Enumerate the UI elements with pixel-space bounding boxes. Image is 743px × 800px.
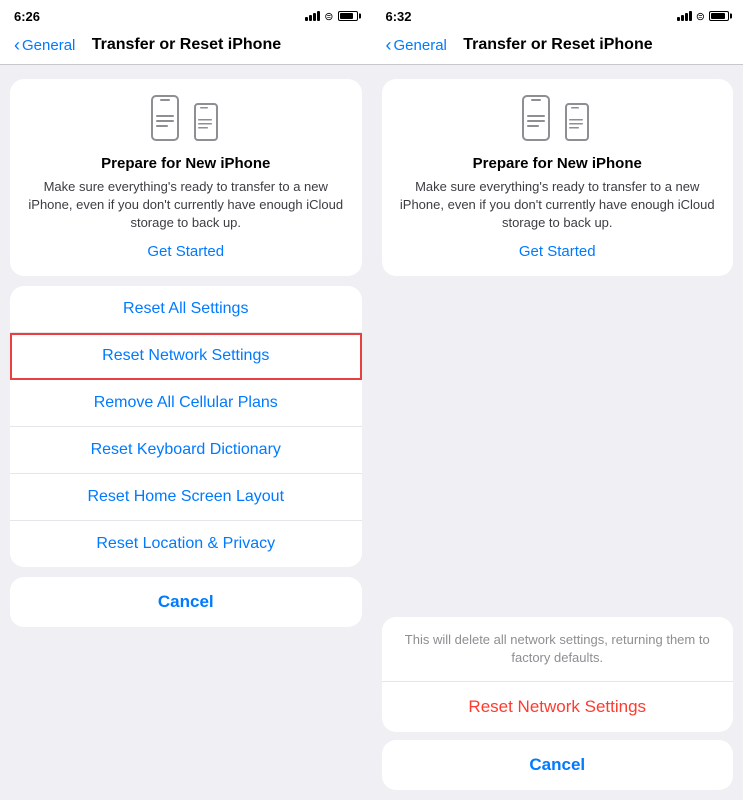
phone-icon-group-left bbox=[148, 95, 224, 145]
nav-bar-left: ‹ General Transfer or Reset iPhone bbox=[0, 28, 372, 65]
reset-all-settings[interactable]: Reset All Settings bbox=[10, 286, 362, 333]
phone-icon-small-right bbox=[563, 103, 595, 145]
prepare-card-left: Prepare for New iPhone Make sure everyth… bbox=[10, 79, 362, 276]
battery-icon bbox=[338, 11, 358, 21]
reset-network-action[interactable]: Reset Network Settings bbox=[382, 682, 734, 732]
prepare-card-right: Prepare for New iPhone Make sure everyth… bbox=[382, 79, 734, 276]
status-icons-left: ⊜ bbox=[305, 10, 357, 23]
get-started-link-right[interactable]: Get Started bbox=[519, 243, 596, 260]
phone-icon-small-left bbox=[192, 103, 224, 145]
action-sheet-card: This will delete all network settings, r… bbox=[382, 617, 734, 732]
reset-network-settings[interactable]: Reset Network Settings bbox=[10, 333, 362, 380]
battery-icon-right bbox=[709, 11, 729, 21]
wifi-icon: ⊜ bbox=[324, 10, 333, 23]
phone-icon-group-right bbox=[519, 95, 595, 145]
reset-keyboard-dictionary[interactable]: Reset Keyboard Dictionary bbox=[10, 427, 362, 474]
prepare-title-right: Prepare for New iPhone bbox=[473, 155, 642, 172]
action-sheet-message: This will delete all network settings, r… bbox=[382, 617, 734, 681]
signal-icon-right bbox=[677, 11, 692, 21]
phone-icon-right bbox=[519, 95, 559, 145]
page-title-left: Transfer or Reset iPhone bbox=[15, 36, 357, 54]
time-right: 6:32 bbox=[386, 9, 412, 24]
phone-icon-left bbox=[148, 95, 188, 145]
wifi-icon-right: ⊜ bbox=[696, 10, 705, 23]
left-panel: 6:26 ⊜ ‹ General Transfer or Reset iPhon… bbox=[0, 0, 372, 800]
signal-icon bbox=[305, 11, 320, 21]
get-started-link-left[interactable]: Get Started bbox=[147, 243, 224, 260]
prepare-title-left: Prepare for New iPhone bbox=[101, 155, 270, 172]
remove-cellular-plans[interactable]: Remove All Cellular Plans bbox=[10, 380, 362, 427]
time-left: 6:26 bbox=[14, 9, 40, 24]
status-bar-right: 6:32 ⊜ bbox=[372, 0, 743, 28]
reset-list-left: Reset All Settings Reset Network Setting… bbox=[10, 286, 362, 567]
action-sheet-overlay: This will delete all network settings, r… bbox=[372, 617, 743, 800]
reset-home-screen-layout[interactable]: Reset Home Screen Layout bbox=[10, 474, 362, 521]
prepare-desc-left: Make sure everything's ready to transfer… bbox=[26, 178, 346, 233]
status-bar-left: 6:26 ⊜ bbox=[0, 0, 372, 28]
cancel-button-left[interactable]: Cancel bbox=[10, 577, 362, 627]
prepare-desc-right: Make sure everything's ready to transfer… bbox=[398, 178, 718, 233]
page-title-right: Transfer or Reset iPhone bbox=[387, 36, 729, 54]
reset-location-privacy[interactable]: Reset Location & Privacy bbox=[10, 521, 362, 567]
nav-bar-right: ‹ General Transfer or Reset iPhone bbox=[372, 28, 743, 65]
cancel-button-right[interactable]: Cancel bbox=[382, 740, 734, 790]
right-panel: 6:32 ⊜ ‹ General Transfer or Reset iPhon… bbox=[372, 0, 743, 800]
status-icons-right: ⊜ bbox=[677, 10, 729, 23]
